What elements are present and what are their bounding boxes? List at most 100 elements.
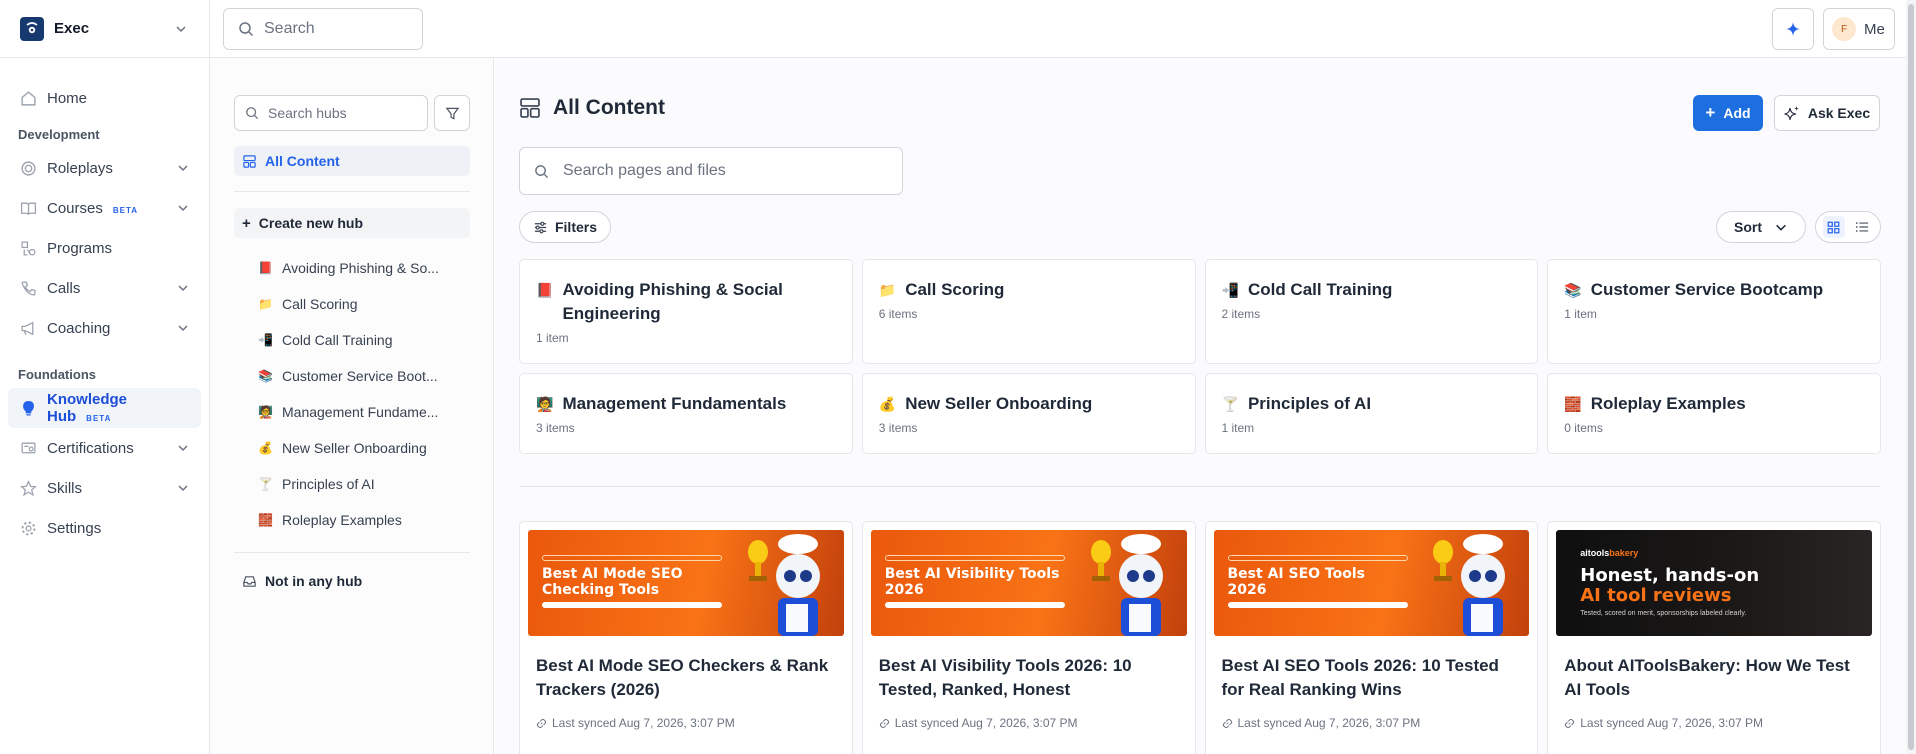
hub-card[interactable]: 🧱 Roleplay Examples 0 items xyxy=(1547,373,1881,454)
hub-list-item-label: Principles of AI xyxy=(282,476,375,492)
main-content: All Content + Add Ask Exec Search pages … xyxy=(495,58,1916,754)
thumb-decoration xyxy=(1227,602,1408,608)
hub-card-title: Management Fundamentals xyxy=(562,394,787,413)
nav-roleplays[interactable]: Roleplays xyxy=(0,148,209,188)
beta-badge: BETA xyxy=(86,414,112,423)
hub-emoji-icon: 🧱 xyxy=(1564,396,1582,412)
filter-icon xyxy=(445,107,459,120)
plus-icon: + xyxy=(1705,103,1716,122)
hub-card-count: 1 item xyxy=(1564,307,1597,321)
grid-view-button[interactable] xyxy=(1822,216,1845,238)
nav-certifications[interactable]: Certifications xyxy=(0,428,209,468)
filters-button[interactable]: Filters xyxy=(519,211,611,243)
sparkle-icon xyxy=(1786,22,1800,36)
page-search-input[interactable]: Search pages and files xyxy=(519,147,903,195)
thumb-headline-accent: AI tool reviews xyxy=(1580,585,1732,606)
hub-card[interactable]: 💰 New Seller Onboarding 3 items xyxy=(861,373,1196,454)
hub-card[interactable]: 📲 Cold Call Training 2 items xyxy=(1204,259,1539,364)
plus-icon: + xyxy=(242,214,251,232)
hub-list-item[interactable]: 🍸 Principles of AI xyxy=(258,466,470,502)
hub-card-count: 1 item xyxy=(1221,421,1255,435)
link-icon xyxy=(1565,718,1575,728)
beta-badge: BETA xyxy=(112,205,139,215)
nav-programs[interactable]: Programs xyxy=(0,228,209,268)
hub-list-item-label: Call Scoring xyxy=(282,296,358,312)
hub-filter-button[interactable] xyxy=(434,95,470,131)
nav-settings[interactable]: Settings xyxy=(0,508,209,548)
create-hub-button[interactable]: + Create new hub xyxy=(234,208,470,238)
page-card[interactable]: Best AI Visibility Tools 2026 Best AI Vi… xyxy=(861,521,1196,754)
page-card-sync: Last synced Aug 7, 2026, 3:07 PM xyxy=(1564,716,1864,730)
hub-card[interactable]: 📕 Avoiding Phishing & Social Engineering 1… xyxy=(519,259,853,364)
global-search-placeholder: Search xyxy=(264,20,315,37)
hub-emoji-icon: 🧱 xyxy=(258,513,273,527)
divider xyxy=(234,191,470,192)
user-menu-button[interactable]: F Me xyxy=(1823,8,1895,50)
hub-list-item[interactable]: 💰 New Seller Onboarding xyxy=(258,430,470,466)
page-thumbnail: Best AI SEO Tools 2026 xyxy=(1213,530,1530,636)
workspace-switcher[interactable]: Exec xyxy=(0,0,209,58)
hub-list-item[interactable]: 📕 Avoiding Phishing & So... xyxy=(258,250,470,286)
hub-all-content[interactable]: All Content xyxy=(234,146,470,176)
hub-card[interactable]: 📚 Customer Service Bootcamp 1 item xyxy=(1547,259,1881,364)
page-title: All Content xyxy=(519,96,665,120)
nav-certifications-label: Certifications xyxy=(47,439,134,457)
nav-calls-label: Calls xyxy=(47,279,81,297)
chevron-down-icon xyxy=(178,485,188,492)
hub-card[interactable]: 🍸 Principles of AI 1 item xyxy=(1204,373,1539,454)
page-thumbnail: aitoolsbakery Honest, hands-on AI tool r… xyxy=(1556,530,1872,636)
hub-card-count: 3 items xyxy=(878,421,918,435)
page-title-text: All Content xyxy=(553,96,665,119)
nav-home[interactable]: Home xyxy=(0,78,209,118)
nav-calls[interactable]: Calls xyxy=(0,268,209,308)
hub-emoji-icon: 🧑‍🏫 xyxy=(258,405,273,419)
nav-coaching[interactable]: Coaching xyxy=(0,308,209,348)
sparkle-button[interactable] xyxy=(1772,8,1814,50)
page-thumbnail: Best AI Visibility Tools 2026 xyxy=(870,530,1187,636)
page-card-sync-text: Last synced Aug 7, 2026, 3:07 PM xyxy=(552,716,735,730)
star-icon xyxy=(20,479,37,496)
hub-list-item-label: Customer Service Boot... xyxy=(282,368,438,384)
view-toggle xyxy=(1815,211,1881,243)
hub-list-item[interactable]: 🧑‍🏫 Management Fundame... xyxy=(258,394,470,430)
hub-card[interactable]: 🧑‍🏫 Management Fundamentals 3 items xyxy=(519,373,853,454)
hub-card[interactable]: 📁 Call Scoring 6 items xyxy=(861,259,1196,364)
thumb-decoration xyxy=(542,555,722,561)
chevron-down-icon xyxy=(1776,224,1786,231)
scrollbar-thumb[interactable] xyxy=(1908,4,1914,750)
thumb-decoration xyxy=(884,602,1065,608)
scrollbar[interactable] xyxy=(1906,0,1916,754)
hub-list-item[interactable]: 🧱 Roleplay Examples xyxy=(258,502,470,538)
book-icon xyxy=(20,202,37,215)
hub-list-item[interactable]: 📲 Cold Call Training xyxy=(258,322,470,358)
robot-trophy-icon xyxy=(1090,534,1163,636)
nav-skills[interactable]: Skills xyxy=(0,468,209,508)
page-card[interactable]: aitoolsbakery Honest, hands-on AI tool r… xyxy=(1547,521,1881,754)
nav-knowledge-hub[interactable]: Knowledge Hub BETA xyxy=(8,388,201,428)
sort-dropdown[interactable]: Sort xyxy=(1716,211,1806,243)
thumb-decoration xyxy=(884,555,1065,561)
hub-list-item[interactable]: 📁 Call Scoring xyxy=(258,286,470,322)
list-view-button[interactable] xyxy=(1851,216,1873,238)
nav-coaching-label: Coaching xyxy=(47,319,111,337)
ask-exec-label: Ask Exec xyxy=(1807,105,1871,121)
page-card[interactable]: Best AI SEO Tools 2026 Best AI SEO Tools… xyxy=(1204,521,1539,754)
hub-list-item-label: Management Fundame... xyxy=(282,404,439,420)
create-hub-label: Create new hub xyxy=(258,215,364,231)
ask-exec-button[interactable]: Ask Exec xyxy=(1774,95,1880,131)
add-button[interactable]: + Add xyxy=(1693,95,1763,131)
hub-card-title: Call Scoring xyxy=(905,280,1005,299)
layout-icon xyxy=(520,98,540,118)
page-card-title: Best AI Visibility Tools 2026: 10 Tested… xyxy=(878,656,1132,699)
hub-list: 📕 Avoiding Phishing & So... 📁 Call Scoring… xyxy=(258,250,470,538)
hub-list-item-label: New Seller Onboarding xyxy=(282,440,427,456)
not-in-hub-item[interactable]: Not in any hub xyxy=(242,573,362,589)
hub-list-item-label: Cold Call Training xyxy=(282,332,393,348)
thumb-brand-a: aitools xyxy=(1580,548,1610,558)
global-search-input[interactable]: Search xyxy=(223,8,423,50)
nav-settings-label: Settings xyxy=(47,519,102,537)
page-card[interactable]: Best AI Mode SEO Checking Tools Best AI … xyxy=(519,521,853,754)
nav-courses[interactable]: Courses BETA xyxy=(0,188,209,228)
hub-list-item[interactable]: 📚 Customer Service Boot... xyxy=(258,358,470,394)
hub-search-input[interactable]: Search hubs xyxy=(234,95,428,131)
